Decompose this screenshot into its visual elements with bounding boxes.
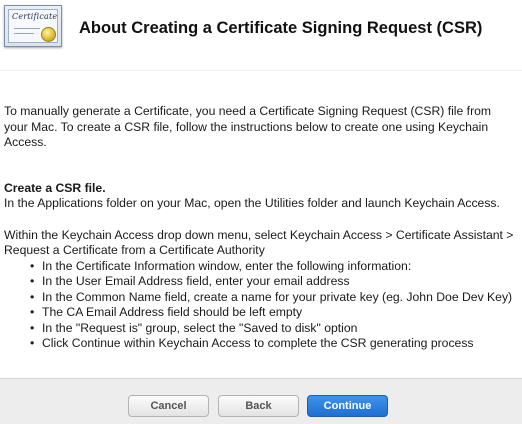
certificate-icon: Certificate bbox=[4, 5, 62, 47]
intro-paragraph: To manually generate a Certificate, you … bbox=[4, 104, 492, 149]
bullet-icon: • bbox=[30, 258, 35, 273]
instruction-list: • In the Certificate Information window, … bbox=[4, 259, 518, 352]
back-button[interactable]: Back bbox=[218, 395, 299, 417]
certificate-seal bbox=[41, 27, 56, 42]
dialog-footer: Cancel Back Continue bbox=[0, 378, 522, 424]
apps-instruction: In the Applications folder on your Mac, … bbox=[4, 196, 500, 210]
continue-button[interactable]: Continue bbox=[307, 395, 388, 417]
page-title: About Creating a Certificate Signing Req… bbox=[79, 19, 483, 37]
instructions-body: To manually generate a Certificate, you … bbox=[4, 104, 518, 352]
bullet-icon: • bbox=[30, 336, 35, 350]
list-item: • The CA Email Address field should be le… bbox=[30, 305, 303, 319]
bullet-icon: • bbox=[30, 305, 35, 319]
list-item: • In the "Request is" group, select the "… bbox=[30, 320, 358, 335]
bullet-icon: • bbox=[30, 289, 35, 304]
list-item: • In the User Email Address field, enter … bbox=[30, 274, 350, 288]
bullet-icon: • bbox=[30, 320, 35, 335]
section-heading: Create a CSR file. bbox=[4, 180, 106, 195]
list-item: • In the Common Name field, create a name… bbox=[30, 289, 513, 304]
list-item: • In the Certificate Information window, … bbox=[30, 258, 412, 273]
header-divider bbox=[0, 70, 522, 71]
certificate-icon-text: Certificate bbox=[12, 12, 58, 21]
list-item: • Click Continue within Keychain Access t… bbox=[30, 336, 474, 350]
dialog-header: Certificate About Creating a Certificate… bbox=[0, 0, 522, 70]
bullet-icon: • bbox=[30, 274, 35, 288]
menu-instruction: Within the Keychain Access drop down men… bbox=[4, 227, 514, 258]
cancel-button[interactable]: Cancel bbox=[128, 395, 209, 417]
